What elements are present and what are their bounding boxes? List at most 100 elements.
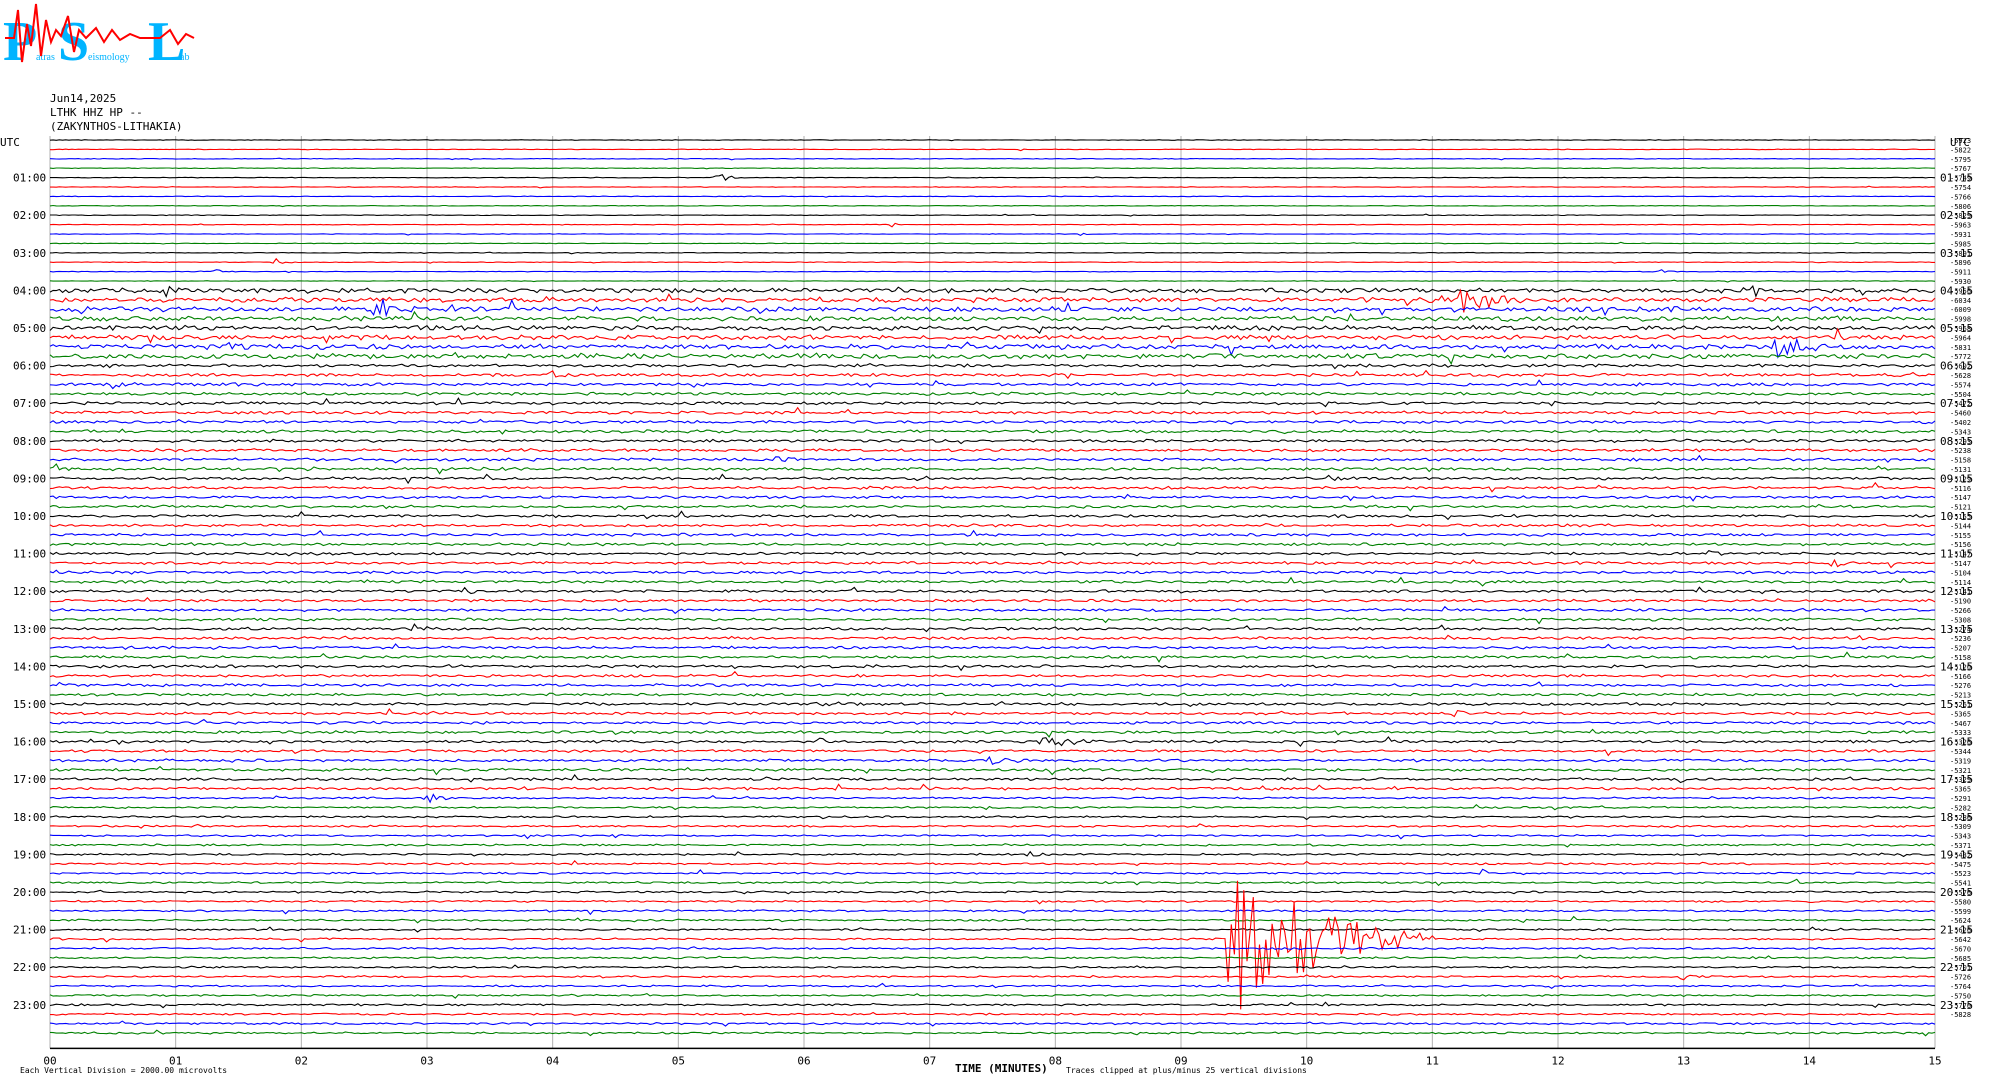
seismic-trace — [49, 406, 1936, 415]
seismic-trace — [49, 878, 1935, 887]
seismic-trace — [49, 773, 1936, 784]
trace-offset-value: -5274 — [1950, 626, 1971, 634]
seismic-trace — [49, 576, 1936, 587]
seismic-trace — [49, 982, 1936, 989]
seismic-trace — [49, 569, 1936, 575]
seismic-trace — [49, 974, 1936, 981]
hour-label-left: 23:00 — [13, 999, 46, 1012]
trace-offset-value: -5343 — [1950, 428, 1971, 436]
x-tick-label: 12 — [1551, 1054, 1564, 1067]
hour-label-left: 21:00 — [13, 924, 46, 937]
trace-offset-value: -5131 — [1950, 466, 1971, 474]
seismic-trace — [49, 643, 1936, 650]
hour-label-left: 03:00 — [13, 247, 46, 260]
seismic-trace — [49, 523, 1936, 528]
seismic-trace — [49, 926, 1936, 933]
seismic-trace — [49, 269, 1936, 274]
x-tick-label: 05 — [672, 1054, 685, 1067]
seismic-trace — [49, 992, 1936, 999]
x-tick-label: 13 — [1677, 1054, 1690, 1067]
trace-offset-value: -5670 — [1950, 945, 1971, 953]
trace-offset-value: -5282 — [1950, 804, 1971, 812]
seismic-trace — [49, 803, 1936, 811]
trace-offset-value: -5467 — [1950, 720, 1971, 728]
trace-offset-value: -5968 — [1950, 325, 1971, 333]
seismic-trace — [49, 899, 1936, 905]
trace-offset-value: -5155 — [1950, 532, 1971, 540]
seismic-trace — [49, 586, 1936, 595]
seismic-trace — [49, 481, 1936, 493]
trace-offset-value: -5574 — [1950, 381, 1971, 389]
seismic-trace — [49, 232, 1935, 237]
seismic-trace — [49, 397, 1936, 408]
seismic-trace — [49, 351, 1936, 366]
seismic-trace — [49, 850, 1936, 858]
seismic-trace — [49, 1001, 1936, 1009]
seismic-trace — [49, 946, 1936, 951]
trace-offset-value: -5166 — [1950, 673, 1971, 681]
seismic-trace — [49, 859, 1936, 867]
seismic-trace — [49, 663, 1936, 672]
trace-offset-value: -5626 — [1950, 927, 1971, 935]
trace-offset-value: -5147 — [1950, 560, 1971, 568]
seismic-trace — [49, 279, 1936, 283]
seismic-trace — [49, 473, 1936, 485]
x-axis-label: TIME (MINUTES) — [955, 1062, 1048, 1075]
trace-offset-value: -5831 — [1950, 344, 1971, 352]
trace-offset-value: -5822 — [1950, 146, 1971, 154]
trace-offset-value: -5213 — [1950, 692, 1971, 700]
trace-offset-value: -5692 — [1950, 363, 1971, 371]
hour-label-left: 07:00 — [13, 397, 46, 410]
trace-offset-value: -5155 — [1950, 513, 1971, 521]
hour-label-left: 04:00 — [13, 284, 46, 297]
trace-offset-value: -5156 — [1950, 541, 1971, 549]
seismic-trace — [49, 834, 1936, 840]
seismic-trace — [49, 623, 1936, 633]
seismic-trace — [49, 708, 1936, 718]
hour-label-left: 05:00 — [13, 322, 46, 335]
seismic-trace — [49, 327, 1936, 344]
trace-offset-value: -5121 — [1950, 504, 1971, 512]
seismic-trace — [49, 428, 1936, 435]
seismic-trace — [49, 718, 1936, 725]
seismic-trace — [49, 597, 1936, 603]
trace-offset-value: -5326 — [1950, 739, 1971, 747]
trace-offset-value: -5642 — [1950, 936, 1971, 944]
hour-label-left: 16:00 — [13, 736, 46, 749]
x-tick-label: 07 — [923, 1054, 936, 1067]
logo-word-atras: atras — [36, 52, 55, 63]
trace-offset-value: -5963 — [1950, 222, 1971, 230]
seismic-trace — [49, 880, 1936, 1010]
trace-offset-value: -5896 — [1950, 259, 1971, 267]
logo-word-ab: ab — [180, 52, 189, 63]
seismic-trace — [50, 389, 1936, 397]
trace-offset-value: -5293 — [1950, 438, 1971, 446]
trace-group — [49, 139, 1936, 1037]
psl-logo: P atras S eismology L ab — [3, 3, 195, 73]
trace-offset-value: -5116 — [1950, 485, 1971, 493]
seismic-trace — [49, 915, 1936, 924]
seismic-trace — [49, 204, 1936, 208]
trace-offset-value: -5144 — [1950, 522, 1971, 530]
trace-offset-value: -5504 — [1950, 391, 1971, 399]
seismic-trace — [49, 815, 1936, 821]
seismic-trace — [49, 670, 1936, 678]
hour-label-left: 12:00 — [13, 585, 46, 598]
trace-offset-value: -5911 — [1950, 269, 1971, 277]
seismic-trace — [49, 549, 1936, 557]
trace-offset-value: -5321 — [1950, 767, 1971, 775]
hour-label-left: 06:00 — [13, 360, 46, 373]
seismic-trace — [49, 909, 1936, 916]
seismic-trace — [49, 324, 1936, 335]
trace-offset-value: -6009 — [1950, 306, 1971, 314]
seismic-trace — [49, 1011, 1936, 1016]
seismic-trace — [49, 139, 1936, 142]
seismic-trace — [49, 438, 1936, 445]
trace-offset-value: -5147 — [1950, 494, 1971, 502]
trace-offset-value: -5726 — [1950, 974, 1971, 982]
station-location: (ZAKYNTHOS-LITHAKIA) — [50, 120, 182, 133]
seismic-trace — [49, 728, 1936, 738]
seismic-trace — [49, 447, 1936, 453]
trace-offset-value: -5460 — [1950, 410, 1971, 418]
trace-offset-value: -5309 — [1950, 823, 1971, 831]
